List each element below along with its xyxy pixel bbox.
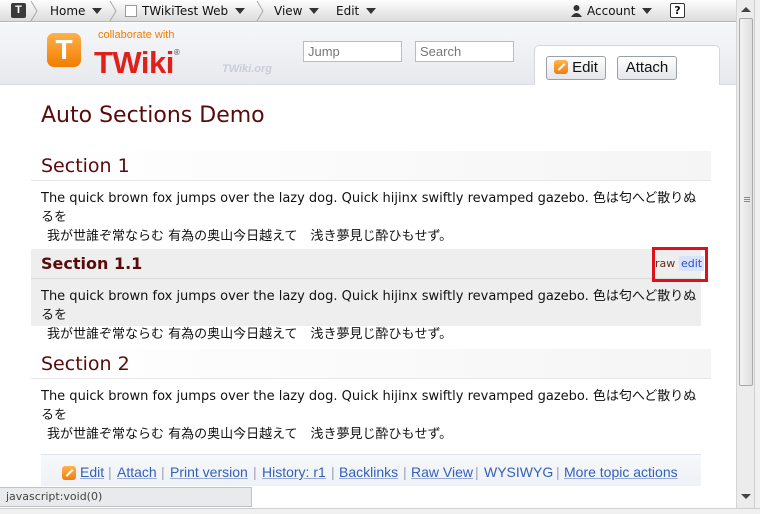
section-heading: Section 1	[31, 151, 711, 181]
section-2-heading: Section 2	[41, 353, 130, 375]
grip-icon	[744, 197, 750, 198]
action-attach-link[interactable]: Attach	[117, 463, 157, 481]
action-raw-view-link[interactable]: Raw View	[411, 463, 473, 481]
chevron-down-icon	[642, 8, 653, 14]
account-menu-label: Account	[587, 4, 636, 18]
text-line: The quick brown fox jumps over the lazy …	[41, 389, 697, 423]
chevron-down-icon	[235, 8, 246, 14]
section-heading: Section 2	[31, 349, 711, 379]
top-menu-bar: T Home TWikiTest Web View Edit Account ?	[0, 0, 736, 22]
view-menu-label: View	[274, 4, 303, 18]
section-1-heading: Section 1	[41, 155, 130, 177]
topic-actions-bar: Edit | Attach | Print version | History:…	[41, 454, 701, 486]
edit-button[interactable]: Edit	[546, 56, 606, 80]
action-backlinks-link[interactable]: Backlinks	[339, 463, 398, 481]
separator: |	[253, 464, 257, 480]
section-2-text: The quick brown fox jumps over the lazy …	[41, 387, 706, 444]
action-wysiwyg-link[interactable]: WYSIWYG	[484, 463, 553, 481]
action-print-link[interactable]: Print version	[170, 463, 248, 481]
scrollbar-thumb[interactable]	[739, 18, 753, 386]
attach-button[interactable]: Attach	[617, 56, 677, 80]
action-more-link[interactable]: More topic actions	[564, 463, 678, 481]
section-1-text: The quick brown fox jumps over the lazy …	[41, 189, 706, 246]
logo-org-watermark: TWiki.org	[222, 63, 273, 75]
section-1-1-text: The quick brown fox jumps over the lazy …	[41, 287, 706, 344]
text-line: 我が世誰ぞ常ならむ 有為の奥山今日越えて 浅き夢見じ酔ひもせず。	[47, 427, 453, 442]
edit-menu[interactable]: Edit	[336, 0, 377, 22]
vertical-scrollbar[interactable]	[736, 0, 754, 508]
chevron-separator-icon	[30, 0, 38, 22]
separator: |	[161, 464, 165, 480]
logo-brand: TWiki	[94, 45, 174, 80]
page-title: Auto Sections Demo	[41, 103, 265, 128]
separator: |	[331, 464, 335, 480]
text-line: The quick brown fox jumps over the lazy …	[41, 289, 697, 323]
page-header: T collaborate with TWiki® TWiki.org Jump…	[0, 23, 736, 85]
chevron-down-icon	[366, 8, 377, 14]
search-input[interactable]: Search	[415, 41, 514, 62]
separator: |	[556, 464, 560, 480]
scroll-up-arrow-icon[interactable]	[741, 7, 751, 12]
pencil-icon	[554, 60, 569, 74]
chevron-down-icon	[309, 8, 320, 14]
jump-input[interactable]: Jump	[303, 41, 402, 62]
separator: |	[475, 464, 479, 480]
home-menu[interactable]: Home	[50, 0, 103, 22]
account-menu[interactable]: Account	[570, 0, 653, 22]
section-edit-link[interactable]: edit	[679, 256, 705, 271]
scroll-down-arrow-icon[interactable]	[741, 494, 751, 499]
help-icon[interactable]: ?	[670, 3, 685, 18]
window-right-edge	[754, 0, 760, 514]
section-raw-link[interactable]: raw	[655, 255, 675, 272]
view-menu[interactable]: View	[274, 0, 320, 22]
pencil-icon	[62, 466, 76, 480]
chevron-down-icon	[92, 8, 103, 14]
edit-button-label: Edit	[572, 59, 598, 76]
section-1-1-heading: Section 1.1	[41, 254, 143, 273]
browser-status-bar: javascript:void(0)	[0, 487, 252, 507]
chevron-separator-icon	[256, 0, 264, 22]
user-icon	[570, 2, 583, 17]
section-heading-hovered: Section 1.1	[31, 249, 701, 279]
registered-mark: ®	[173, 48, 180, 57]
text-line: 我が世誰ぞ常ならむ 有為の奥山今日越えて 浅き夢見じ酔ひもせず。	[47, 327, 453, 342]
twiki-menu-logo-icon[interactable]: T	[11, 3, 26, 18]
home-menu-label: Home	[50, 4, 86, 18]
action-history-link[interactable]: History: r1	[262, 463, 326, 481]
edit-menu-label: Edit	[336, 4, 360, 18]
logo-wordmark[interactable]: TWiki®	[94, 37, 180, 80]
separator: |	[108, 464, 112, 480]
window-bottom-edge	[0, 508, 760, 514]
text-line: 我が世誰ぞ常ならむ 有為の奥山今日越えて 浅き夢見じ酔ひもせず。	[47, 229, 453, 244]
web-menu-label: TWikiTest Web	[142, 4, 229, 18]
chevron-separator-icon	[109, 0, 117, 22]
web-menu[interactable]: TWikiTest Web	[125, 0, 246, 22]
text-line: The quick brown fox jumps over the lazy …	[41, 191, 697, 225]
separator: |	[403, 464, 407, 480]
web-icon	[125, 5, 137, 17]
twiki-logo-icon[interactable]: T	[47, 33, 81, 67]
action-edit-link[interactable]: Edit	[80, 463, 104, 481]
